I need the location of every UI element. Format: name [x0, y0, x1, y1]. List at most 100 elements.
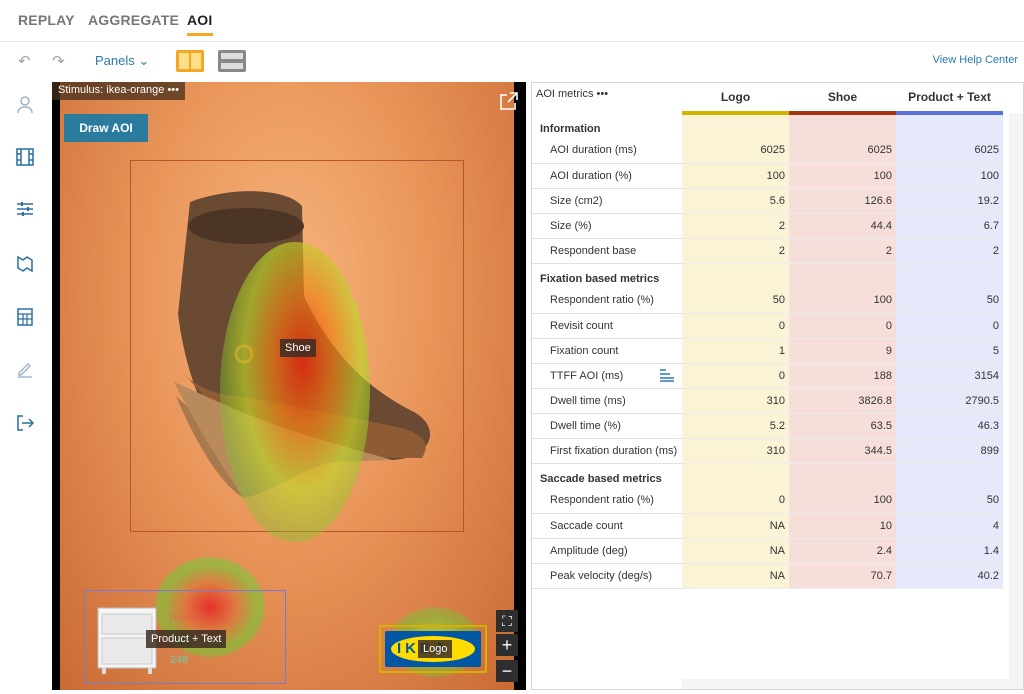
- section-title: Saccade based metrics: [540, 473, 662, 485]
- aoi-label-shoe: Shoe: [280, 339, 316, 357]
- section-title: Information: [540, 123, 601, 135]
- metric-value-shoe: 344.5: [789, 438, 896, 464]
- toolbar: ↶ ↷ Panels ⌄ View Help Center: [0, 42, 1024, 80]
- metric-value-logo: 0: [682, 363, 789, 389]
- left-sidebar: [0, 80, 50, 694]
- metric-label: Respondent ratio (%): [532, 288, 682, 314]
- metric-label: Fixation count: [532, 338, 682, 364]
- metric-value-logo: NA: [682, 563, 789, 589]
- section-title: Fixation based metrics: [540, 273, 660, 285]
- metric-row: Dwell time (ms) 310 3826.8 2790.5: [532, 388, 1003, 414]
- metric-row: Size (%) 2 44.4 6.7: [532, 213, 1003, 239]
- metric-label: AOI duration (ms): [532, 138, 682, 164]
- horizontal-scrollbar[interactable]: [682, 679, 1012, 689]
- film-icon[interactable]: [14, 146, 36, 168]
- metrics-title: AOI metrics: [536, 88, 594, 100]
- tab-replay[interactable]: REPLAY: [18, 12, 75, 28]
- metric-value-logo: 2: [682, 213, 789, 239]
- metric-row: AOI duration (%) 100 100 100: [532, 163, 1003, 189]
- sort-bars-icon[interactable]: [658, 368, 676, 382]
- aoi-label-logo: Logo: [418, 640, 453, 658]
- metric-label: AOI duration (%): [532, 163, 682, 189]
- tab-aggregate[interactable]: AGGREGATE: [88, 12, 179, 28]
- popout-icon[interactable]: [500, 92, 518, 110]
- more-options-icon[interactable]: •••: [167, 84, 179, 96]
- metric-row: Dwell time (%) 5.2 63.5 46.3: [532, 413, 1003, 439]
- metric-value-product-text: 2790.5: [896, 388, 1003, 414]
- metric-value-product-text: 100: [896, 163, 1003, 189]
- zoom-in-button[interactable]: +: [496, 634, 518, 656]
- metric-value-logo: 50: [682, 288, 789, 314]
- vertical-scrollbar[interactable]: [1009, 113, 1023, 689]
- aoi-label-product-text: Product + Text: [146, 630, 227, 648]
- metric-value-shoe: 63.5: [789, 413, 896, 439]
- metric-value-logo: 1: [682, 338, 789, 364]
- metric-value-shoe: 9: [789, 338, 896, 364]
- metric-value-logo: NA: [682, 513, 789, 539]
- edit-icon[interactable]: [14, 358, 36, 380]
- redo-icon[interactable]: ↷: [52, 52, 65, 70]
- metric-label: Respondent ratio (%): [532, 488, 682, 514]
- stimulus-title: Stimulus: ikea-orange: [58, 84, 165, 96]
- calculator-icon[interactable]: [14, 306, 36, 328]
- metric-label: Amplitude (deg): [532, 538, 682, 564]
- column-header-logo[interactable]: Logo: [682, 83, 789, 115]
- product-name-text: Hemnes: [170, 612, 204, 622]
- draw-aoi-button[interactable]: Draw AOI: [64, 114, 148, 142]
- aoi-metrics-panel: Logo Shoe Product + Text Information AOI …: [531, 82, 1024, 690]
- more-options-icon[interactable]: •••: [597, 88, 609, 100]
- map-icon[interactable]: [14, 252, 36, 274]
- undo-icon[interactable]: ↶: [18, 52, 31, 70]
- stimulus-image: Hemnes 248 IKEA Shoe Product + Text Logo: [60, 82, 514, 690]
- help-center-link[interactable]: View Help Center: [933, 54, 1018, 66]
- metric-row: Respondent base 2 2 2: [532, 238, 1003, 264]
- metric-label: Dwell time (%): [532, 413, 682, 439]
- section-header-row: Fixation based metrics: [532, 263, 1003, 288]
- column-header-product-text[interactable]: Product + Text: [896, 83, 1003, 115]
- metric-value-product-text: 6025: [896, 138, 1003, 164]
- sliders-icon[interactable]: [14, 198, 36, 220]
- metric-value-shoe: 100: [789, 288, 896, 314]
- metric-value-logo: 6025: [682, 138, 789, 164]
- metric-label: Size (cm2): [532, 188, 682, 214]
- two-row-layout-button[interactable]: [218, 50, 246, 72]
- metric-value-product-text: 40.2: [896, 563, 1003, 589]
- metric-label: Saccade count: [532, 513, 682, 539]
- metric-row: AOI duration (ms) 6025 6025 6025: [532, 138, 1003, 164]
- chevron-down-icon: ⌄: [138, 53, 150, 68]
- panels-label: Panels: [95, 53, 135, 68]
- aoi-metrics-table: Logo Shoe Product + Text Information AOI …: [532, 83, 1003, 589]
- metric-value-product-text: 4: [896, 513, 1003, 539]
- metric-value-shoe: 6025: [789, 138, 896, 164]
- metric-row: First fixation duration (ms) 310 344.5 899: [532, 438, 1003, 464]
- metric-value-shoe: 3826.8: [789, 388, 896, 414]
- metric-value-logo: 310: [682, 438, 789, 464]
- stimulus-header[interactable]: Stimulus: ikea-orange •••: [52, 82, 186, 100]
- section-header-row: Information: [532, 113, 1003, 138]
- metric-value-product-text: 50: [896, 288, 1003, 314]
- exit-icon[interactable]: [14, 412, 36, 434]
- zoom-out-button[interactable]: −: [496, 660, 518, 682]
- panels-dropdown[interactable]: Panels ⌄: [95, 53, 149, 69]
- metric-row: Fixation count 1 9 5: [532, 338, 1003, 364]
- metric-row: Size (cm2) 5.6 126.6 19.2: [532, 188, 1003, 214]
- metric-value-logo: 310: [682, 388, 789, 414]
- metric-value-shoe: 0: [789, 313, 896, 339]
- metric-value-shoe: 2.4: [789, 538, 896, 564]
- metric-value-logo: 2: [682, 238, 789, 264]
- metric-value-shoe: 10: [789, 513, 896, 539]
- column-header-shoe[interactable]: Shoe: [789, 83, 896, 115]
- fullscreen-icon[interactable]: ⛶: [496, 610, 518, 632]
- user-icon[interactable]: [14, 94, 36, 116]
- metrics-panel-header[interactable]: AOI metrics •••: [536, 88, 608, 100]
- metric-value-shoe: 70.7: [789, 563, 896, 589]
- metric-value-logo: 0: [682, 488, 789, 514]
- metric-row: Respondent ratio (%) 50 100 50: [532, 288, 1003, 314]
- tab-aoi[interactable]: AOI: [187, 12, 213, 36]
- metric-label: Respondent base: [532, 238, 682, 264]
- metric-label: Peak velocity (deg/s): [532, 563, 682, 589]
- two-column-layout-button[interactable]: [176, 50, 204, 72]
- metric-value-product-text: 0: [896, 313, 1003, 339]
- metric-value-product-text: 6.7: [896, 213, 1003, 239]
- metric-value-product-text: 2: [896, 238, 1003, 264]
